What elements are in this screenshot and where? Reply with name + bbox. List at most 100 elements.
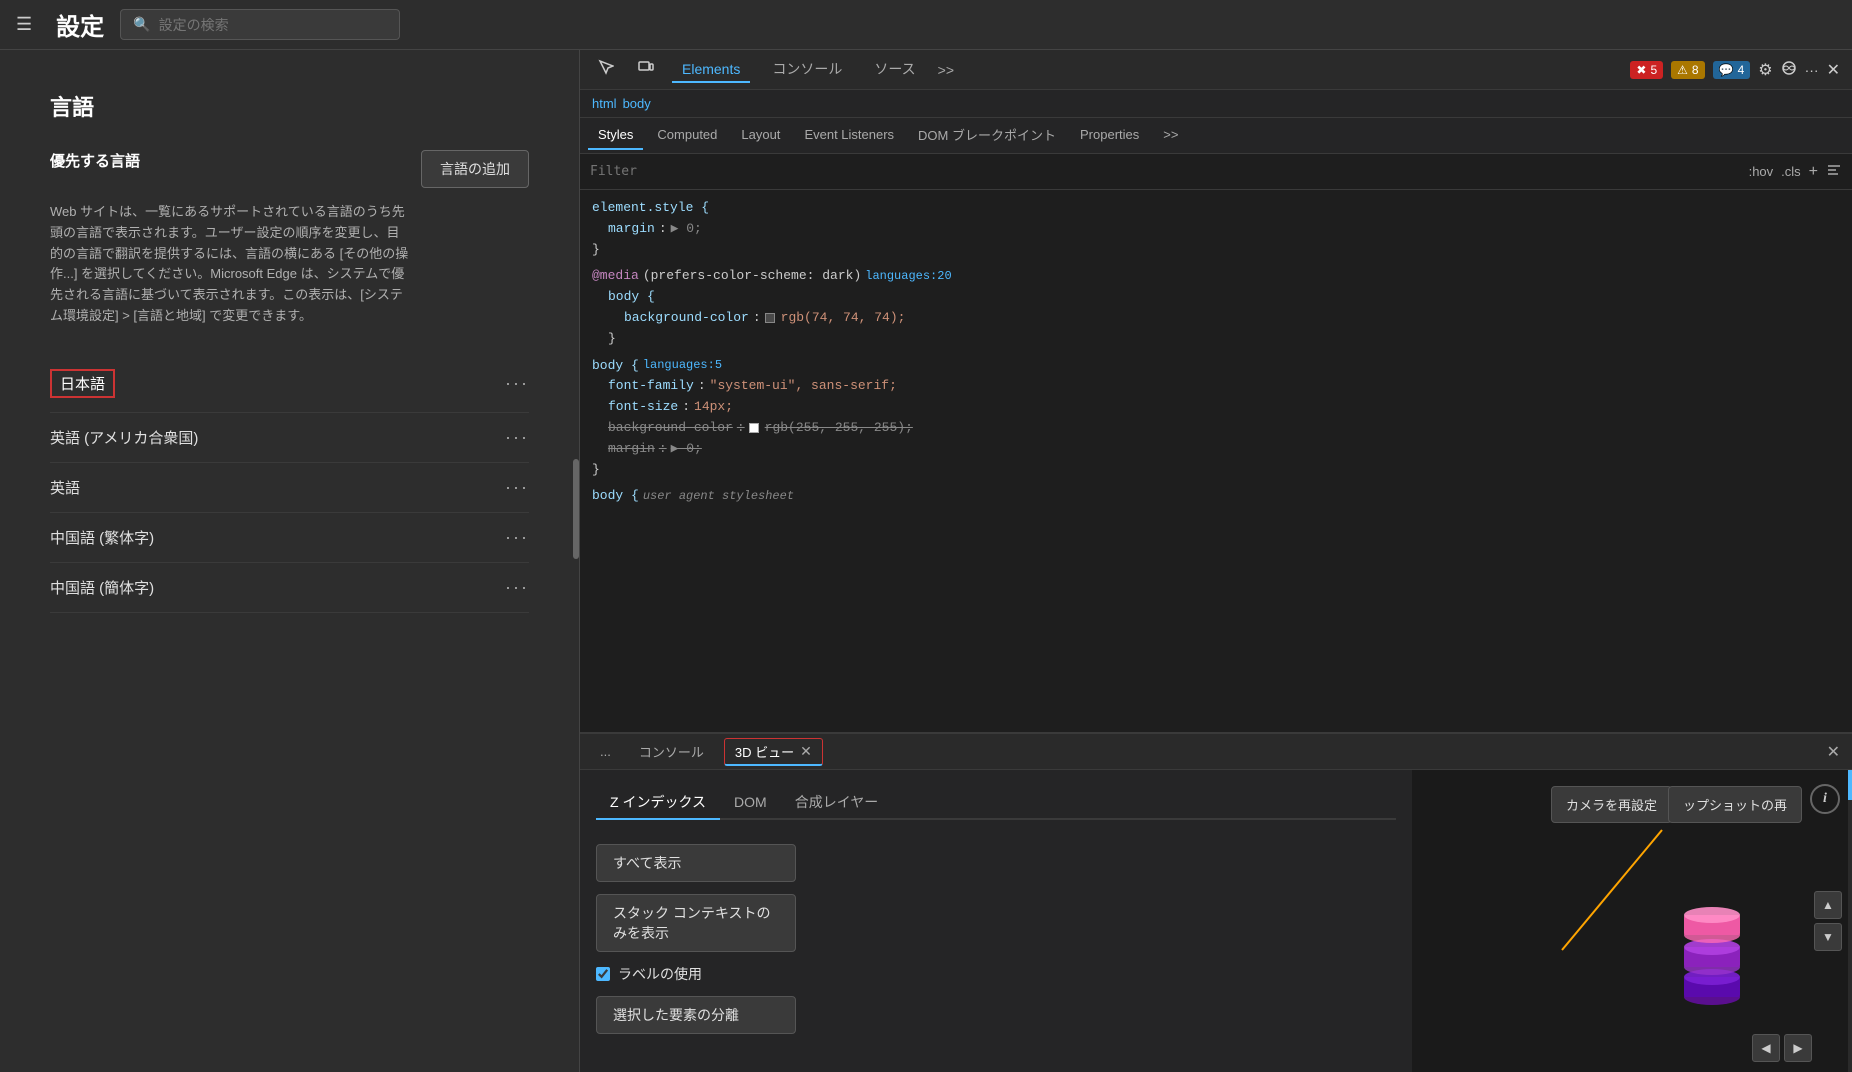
scroll-left-button[interactable]: ◀ <box>1752 1034 1780 1062</box>
language-more-icon[interactable]: ··· <box>505 373 529 394</box>
breadcrumb-body[interactable]: body <box>623 96 651 111</box>
css-property[interactable]: font-size <box>608 397 678 418</box>
error-badge[interactable]: ✖ 5 <box>1630 61 1663 79</box>
close-3d-tab-button[interactable]: ✕ <box>800 743 812 760</box>
devtools-subtabs: Styles Computed Layout Event Listeners D… <box>580 118 1852 154</box>
css-value[interactable]: rgb(74, 74, 74); <box>781 308 906 329</box>
scroll-down-button[interactable]: ▼ <box>1814 923 1842 951</box>
scrollbar-thumb[interactable] <box>573 459 579 559</box>
hamburger-icon[interactable]: ☰ <box>16 14 32 35</box>
tab-console[interactable]: コンソール <box>762 55 852 85</box>
language-item-label: 中国語 (繁体字) <box>50 527 154 548</box>
breadcrumb-html[interactable]: html <box>592 96 617 111</box>
section-title: 言語 <box>50 90 529 122</box>
css-selector-line-partial: body { user agent stylesheet <box>592 486 1840 507</box>
css-selector-line: body { languages:5 <box>592 356 1840 377</box>
reset-camera-button[interactable]: カメラを再設定 <box>1551 786 1672 823</box>
warning-badge[interactable]: ⚠ 8 <box>1671 61 1704 79</box>
info-badge[interactable]: 💬 4 <box>1713 61 1751 79</box>
filter-input[interactable] <box>590 164 1741 179</box>
language-more-icon[interactable]: ··· <box>505 427 529 448</box>
css-property[interactable]: font-family <box>608 376 694 397</box>
css-source-link-useragent[interactable]: user agent stylesheet <box>643 487 794 506</box>
css-property[interactable]: background-color <box>624 308 749 329</box>
tab-composite-layers[interactable]: 合成レイヤー <box>781 786 893 820</box>
separate-element-button[interactable]: 選択した要素の分離 <box>596 996 796 1034</box>
css-source-link[interactable]: languages:20 <box>865 267 951 286</box>
css-source-link[interactable]: languages:5 <box>643 356 722 375</box>
main-layout: 言語 優先する言語 言語の追加 Web サイトは、一覧にあるサポートされている言… <box>0 50 1852 1072</box>
cls-filter-button[interactable]: .cls <box>1781 164 1801 179</box>
info-button[interactable]: i <box>1810 784 1840 814</box>
devtools-right-actions: ✖ 5 ⚠ 8 💬 4 ⚙ ··· ✕ <box>1630 60 1840 80</box>
layer-stack-visualization <box>1672 887 1752 1012</box>
css-colon: : <box>753 308 761 329</box>
css-value[interactable]: ▶ 0; <box>671 219 702 240</box>
add-language-button[interactable]: 言語の追加 <box>421 150 529 188</box>
tab-more[interactable]: ... <box>592 740 619 763</box>
scroll-up-button[interactable]: ▲ <box>1814 891 1842 919</box>
top-bar: ☰ 設定 🔍 <box>0 0 1852 50</box>
network-icon[interactable] <box>1781 60 1797 79</box>
close-bottom-panel-button[interactable]: ✕ <box>1827 742 1840 762</box>
css-value[interactable]: rgb(255, 255, 255); <box>765 418 913 439</box>
tab-elements[interactable]: Elements <box>672 57 750 83</box>
scroll-controls-vertical: ▲ ▼ <box>1814 891 1842 951</box>
color-swatch[interactable] <box>749 423 759 433</box>
more-tabs-icon[interactable]: >> <box>938 62 954 78</box>
tab-source[interactable]: ソース <box>864 55 925 85</box>
tab-3d-view[interactable]: 3D ビュー ✕ <box>724 738 823 766</box>
snapshot-button[interactable]: ップショットの再 <box>1668 786 1802 823</box>
inspect-element-button[interactable] <box>592 55 620 84</box>
language-more-icon[interactable]: ··· <box>505 577 529 598</box>
close-devtools-button[interactable]: ✕ <box>1827 60 1840 80</box>
warning-icon: ⚠ <box>1677 63 1688 77</box>
tab-dom[interactable]: DOM <box>720 788 781 818</box>
css-block-element-style: element.style { margin : ▶ 0; } <box>592 198 1840 260</box>
tab-more-subtabs[interactable]: >> <box>1153 121 1188 150</box>
css-value[interactable]: ▶ 0; <box>671 439 702 460</box>
css-selector-inner: body { <box>592 287 1840 308</box>
tab-layout[interactable]: Layout <box>731 121 790 150</box>
vertical-progress-thumb[interactable] <box>1848 770 1852 800</box>
devtools-topbar: Elements コンソール ソース >> ✖ 5 ⚠ 8 💬 4 ⚙ <box>580 50 1852 90</box>
scroll-controls-horizontal: ◀ ▶ <box>1752 1034 1812 1062</box>
css-value[interactable]: "system-ui", sans-serif; <box>710 376 897 397</box>
use-labels-label[interactable]: ラベルの使用 <box>618 964 702 984</box>
tab-computed[interactable]: Computed <box>647 121 727 150</box>
tab-event-listeners[interactable]: Event Listeners <box>794 121 904 150</box>
color-swatch[interactable] <box>765 313 775 323</box>
tab-styles[interactable]: Styles <box>588 121 643 150</box>
use-labels-checkbox[interactable] <box>596 967 610 981</box>
hov-filter-button[interactable]: :hov <box>1749 164 1774 179</box>
settings-icon[interactable]: ⚙ <box>1758 60 1772 80</box>
stack-only-button[interactable]: スタック コンテキストのみを表示 <box>596 894 796 952</box>
3d-view-content: Z インデックス DOM 合成レイヤー すべて表示 スタック コンテキストのみを… <box>580 770 1852 1072</box>
device-mode-button[interactable] <box>632 55 660 84</box>
tab-console-bottom[interactable]: コンソール <box>631 738 712 765</box>
settings-panel: 言語 優先する言語 言語の追加 Web サイトは、一覧にあるサポートされている言… <box>0 50 580 1072</box>
tab-z-index[interactable]: Z インデックス <box>596 786 720 820</box>
warning-count: 8 <box>1692 63 1699 77</box>
more-actions-icon[interactable]: ··· <box>1805 62 1819 78</box>
show-all-button[interactable]: すべて表示 <box>596 844 796 882</box>
language-description: Web サイトは、一覧にあるサポートされている言語のうち先頭の言語で表示されます… <box>50 202 410 327</box>
add-style-rule-button[interactable]: + <box>1809 163 1818 181</box>
format-button[interactable] <box>1826 162 1842 181</box>
css-styles-area: element.style { margin : ▶ 0; } @media (… <box>580 190 1852 732</box>
search-input[interactable] <box>159 17 388 33</box>
preferred-lang-label: 優先する言語 <box>50 150 140 171</box>
language-more-icon[interactable]: ··· <box>505 477 529 498</box>
scrollbar-track[interactable] <box>571 50 579 1072</box>
css-property[interactable]: background-color <box>608 418 733 439</box>
tab-properties[interactable]: Properties <box>1070 121 1149 150</box>
scroll-right-button[interactable]: ▶ <box>1784 1034 1812 1062</box>
css-selector-line: element.style { <box>592 198 1840 219</box>
tab-dom-breakpoints[interactable]: DOM ブレークポイント <box>908 119 1066 152</box>
3d-viz-area: カメラを再設定 ップショットの再 i ▲ ▼ ◀ ▶ <box>1412 770 1852 1072</box>
list-item: 中国語 (簡体字) ··· <box>50 563 529 613</box>
css-property[interactable]: margin <box>608 439 655 460</box>
css-value[interactable]: 14px; <box>694 397 733 418</box>
language-more-icon[interactable]: ··· <box>505 527 529 548</box>
css-property[interactable]: margin <box>608 219 655 240</box>
